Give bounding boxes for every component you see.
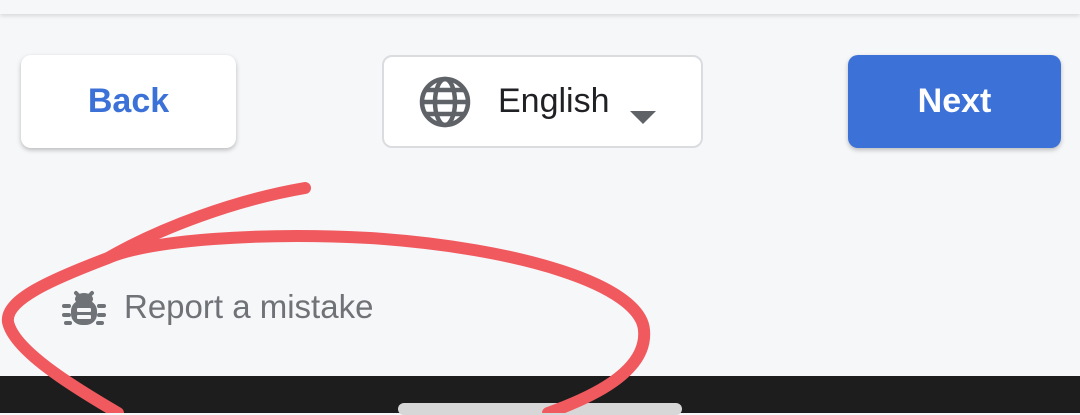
language-selector[interactable]: English <box>382 55 703 148</box>
globe-icon <box>418 75 472 129</box>
bug-icon <box>60 283 108 331</box>
caret-down-icon <box>629 95 656 124</box>
top-panel-edge <box>0 0 1080 14</box>
home-gesture-handle[interactable] <box>398 403 682 415</box>
report-mistake-label: Report a mistake <box>124 288 374 325</box>
language-selected-label: English <box>498 82 610 120</box>
back-button-label: Back <box>87 82 170 120</box>
next-button-label: Next <box>917 82 992 120</box>
back-button[interactable]: Back <box>21 55 236 148</box>
report-mistake-link[interactable]: Report a mistake <box>60 280 373 334</box>
next-button[interactable]: Next <box>848 55 1061 148</box>
